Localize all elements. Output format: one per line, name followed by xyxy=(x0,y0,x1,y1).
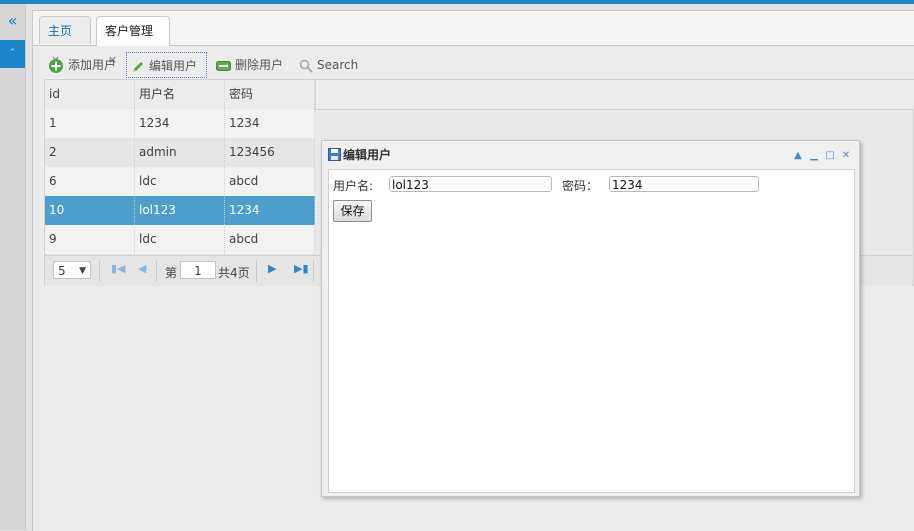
save-button[interactable]: 保存 xyxy=(333,200,372,222)
cell-id: 2 xyxy=(45,138,135,167)
dialog-body: 用户名: lol123 密码： 1234 保存 xyxy=(328,169,855,493)
last-page-icon[interactable]: ▶▮ xyxy=(294,262,309,275)
pager-divider xyxy=(156,260,157,282)
sidebar-selected-item[interactable]: ⌃ xyxy=(0,40,25,68)
column-header-id[interactable]: id xyxy=(45,80,135,109)
save-disk-icon xyxy=(328,148,341,161)
top-accent-bar xyxy=(0,0,914,4)
first-page-icon[interactable]: ▮◀ xyxy=(111,262,126,275)
page-total: 共4页 xyxy=(218,266,250,280)
dialog-title: 编辑用户 xyxy=(328,147,391,163)
add-user-label: 添加用户 xyxy=(68,58,117,72)
search-icon xyxy=(299,59,313,73)
page-prefix: 第 xyxy=(165,266,178,280)
tab-home[interactable]: 主页× xyxy=(39,16,91,66)
table-row[interactable]: 9 ldc abcd xyxy=(45,225,315,255)
column-header-username[interactable]: 用户名 xyxy=(135,80,225,109)
cell-id: 9 xyxy=(45,225,135,254)
edit-user-dialog: 编辑用户 ▲ ▁ □ ✕ 用户名: lol123 密码： 1234 保存 xyxy=(321,140,860,497)
delete-user-button[interactable]: 删除用户 xyxy=(216,52,283,78)
prev-page-icon[interactable]: ◀ xyxy=(138,262,146,275)
cell-username: 1234 xyxy=(135,109,225,138)
cell-id: 10 xyxy=(45,196,135,225)
left-sidebar: « ⌃ xyxy=(0,4,26,530)
edit-user-label: 编辑用户 xyxy=(149,59,198,73)
next-page-icon[interactable]: ▶ xyxy=(268,262,276,275)
table-row-selected[interactable]: 10 lol123 1234 xyxy=(45,196,315,226)
maximize-icon[interactable]: □ xyxy=(823,150,837,161)
tab-customer-management-label: 客户管理 xyxy=(105,24,154,38)
pager-divider xyxy=(313,260,314,282)
password-label: 密码： xyxy=(562,179,599,193)
username-field[interactable]: lol123 xyxy=(389,176,552,192)
password-field[interactable]: 1234 xyxy=(609,176,759,192)
dialog-title-label: 编辑用户 xyxy=(343,148,392,162)
cell-id: 1 xyxy=(45,109,135,138)
tab-customer-management[interactable]: 客户管理× xyxy=(96,16,170,66)
delete-user-label: 删除用户 xyxy=(235,58,284,72)
page-size-select[interactable]: 5 ▼ xyxy=(53,261,91,279)
cell-password: 1234 xyxy=(225,109,315,138)
table-row[interactable]: 1 1234 1234 xyxy=(45,109,315,139)
cell-password: 1234 xyxy=(225,196,315,225)
pager-divider xyxy=(99,260,100,282)
page-number-input[interactable]: 1 xyxy=(180,261,216,279)
tab-bar: 主页× 客户管理× xyxy=(33,11,914,66)
page-size-value: 5 xyxy=(58,264,66,278)
minimize-icon[interactable]: ▁ xyxy=(807,150,821,161)
chevron-down-icon: ▼ xyxy=(79,266,86,276)
pager-divider xyxy=(256,260,257,282)
edit-user-button[interactable]: 编辑用户 xyxy=(126,52,207,78)
collapse-icon[interactable]: ▲ xyxy=(791,150,805,161)
collapse-sidebar-icon[interactable]: « xyxy=(0,10,25,32)
delete-icon xyxy=(216,60,231,71)
table-row[interactable]: 6 ldc abcd xyxy=(45,167,315,197)
cell-password: 123456 xyxy=(225,138,315,167)
cell-username: ldc xyxy=(135,167,225,196)
column-header-password[interactable]: 密码 xyxy=(225,80,315,109)
search-button[interactable]: Search xyxy=(299,52,358,78)
dialog-tools: ▲ ▁ □ ✕ xyxy=(789,147,853,161)
cell-password: abcd xyxy=(225,225,315,254)
add-user-button[interactable]: 添加用户 xyxy=(48,52,116,78)
close-icon[interactable]: ✕ xyxy=(839,150,853,161)
table-row[interactable]: 2 admin 123456 xyxy=(45,138,315,168)
cell-password: abcd xyxy=(225,167,315,196)
search-label: Search xyxy=(317,58,359,72)
cell-username: lol123 xyxy=(135,196,225,225)
tab-home-label: 主页 xyxy=(48,24,73,38)
cell-username: ldc xyxy=(135,225,225,254)
pencil-icon xyxy=(133,61,143,72)
cell-id: 6 xyxy=(45,167,135,196)
table-header: id 用户名 密码 xyxy=(45,80,315,110)
table-header-filler xyxy=(315,80,914,110)
username-label: 用户名: xyxy=(333,179,374,193)
cell-username: admin xyxy=(135,138,225,167)
add-icon xyxy=(49,58,63,73)
